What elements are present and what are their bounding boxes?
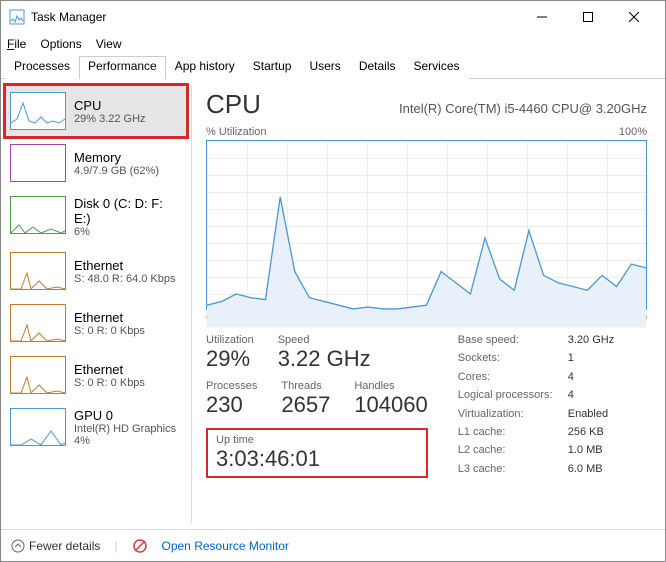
value-threads: 2657 bbox=[281, 392, 330, 418]
kv-value: 256 KB bbox=[568, 426, 638, 441]
tab-processes[interactable]: Processes bbox=[5, 56, 79, 79]
content: CPU 29% 3.22 GHz Memory 4.9/7.9 GB (62%)… bbox=[1, 79, 665, 529]
menu-options[interactable]: Options bbox=[40, 37, 81, 51]
sidebar-item-disk-2[interactable]: Disk 0 (C: D: F: E:) 6% bbox=[5, 189, 187, 245]
main-panel: CPU Intel(R) Core(TM) i5-4460 CPU@ 3.20G… bbox=[192, 79, 665, 529]
tab-services[interactable]: Services bbox=[405, 56, 469, 79]
sidebar-item-sub: 4.9/7.9 GB (62%) bbox=[74, 165, 159, 177]
kv-value: 4 bbox=[568, 371, 638, 386]
sidebar-item-title: Ethernet bbox=[74, 258, 176, 273]
cpu-name: Intel(R) Core(TM) i5-4460 CPU@ 3.20GHz bbox=[399, 101, 647, 116]
sidebar-item-title: Ethernet bbox=[74, 362, 145, 377]
sidebar-item-sub: S: 48.0 R: 64.0 Kbps bbox=[74, 273, 176, 285]
kv-grid: Base speed:3.20 GHzSockets:1Cores:4Logic… bbox=[458, 334, 638, 478]
sidebar: CPU 29% 3.22 GHz Memory 4.9/7.9 GB (62%)… bbox=[1, 79, 191, 529]
sidebar-item-eth-3[interactable]: Ethernet S: 48.0 R: 64.0 Kbps bbox=[5, 245, 187, 297]
tab-app-history[interactable]: App history bbox=[166, 56, 244, 79]
menu-view[interactable]: View bbox=[96, 37, 122, 51]
spark-mem-icon bbox=[10, 144, 66, 182]
cpu-chart bbox=[206, 140, 647, 310]
value-handles: 104060 bbox=[354, 392, 427, 418]
spark-eth-icon bbox=[10, 252, 66, 290]
sidebar-item-title: CPU bbox=[74, 98, 146, 113]
label-threads: Threads bbox=[281, 380, 330, 392]
app-icon bbox=[9, 9, 25, 25]
sidebar-item-title: Ethernet bbox=[74, 310, 145, 325]
spark-gpu-icon bbox=[10, 408, 66, 446]
sidebar-item-title: GPU 0 bbox=[74, 408, 182, 423]
kv-key: Base speed: bbox=[458, 334, 568, 349]
menu-file[interactable]: File bbox=[7, 37, 26, 51]
sidebar-item-sub: S: 0 R: 0 Kbps bbox=[74, 377, 145, 389]
kv-value: Enabled bbox=[568, 408, 638, 423]
sidebar-item-gpu-6[interactable]: GPU 0 Intel(R) HD Graphics 4% bbox=[5, 401, 187, 454]
spark-eth-icon bbox=[10, 356, 66, 394]
spark-disk-icon bbox=[10, 196, 66, 234]
chevron-up-circle-icon bbox=[11, 539, 25, 553]
kv-key: Cores: bbox=[458, 371, 568, 386]
sidebar-item-sub: 29% 3.22 GHz bbox=[74, 113, 146, 125]
label-speed: Speed bbox=[278, 334, 371, 346]
resource-monitor-icon bbox=[132, 538, 148, 554]
label-handles: Handles bbox=[354, 380, 427, 392]
window-controls bbox=[519, 1, 657, 33]
tab-users[interactable]: Users bbox=[300, 56, 349, 79]
sidebar-item-mem-1[interactable]: Memory 4.9/7.9 GB (62%) bbox=[5, 137, 187, 189]
sidebar-item-sub: Intel(R) HD Graphics 4% bbox=[74, 423, 182, 447]
chart-ylabel: % Utilization bbox=[206, 126, 267, 138]
bottom-bar: Fewer details | Open Resource Monitor bbox=[1, 529, 665, 561]
sidebar-item-sub: S: 0 R: 0 Kbps bbox=[74, 325, 145, 337]
label-uptime: Up time bbox=[216, 434, 418, 446]
sidebar-item-cpu-0[interactable]: CPU 29% 3.22 GHz bbox=[5, 85, 187, 137]
kv-key: Logical processors: bbox=[458, 389, 568, 404]
stats: Utilization 29% Speed 3.22 GHz Processes… bbox=[206, 334, 647, 478]
label-processes: Processes bbox=[206, 380, 257, 392]
kv-value: 6.0 MB bbox=[568, 463, 638, 478]
fewer-details-button[interactable]: Fewer details bbox=[11, 539, 100, 553]
value-speed: 3.22 GHz bbox=[278, 346, 371, 372]
spark-eth-icon bbox=[10, 304, 66, 342]
maximize-button[interactable] bbox=[565, 1, 611, 33]
kv-key: Sockets: bbox=[458, 352, 568, 367]
tab-details[interactable]: Details bbox=[350, 56, 405, 79]
kv-value: 4 bbox=[568, 389, 638, 404]
chart-ymax: 100% bbox=[619, 126, 647, 138]
tabs: Processes Performance App history Startu… bbox=[1, 55, 665, 79]
tab-startup[interactable]: Startup bbox=[244, 56, 301, 79]
window-title: Task Manager bbox=[31, 10, 106, 24]
kv-key: Virtualization: bbox=[458, 408, 568, 423]
fewer-details-label: Fewer details bbox=[29, 539, 100, 553]
kv-value: 1.0 MB bbox=[568, 444, 638, 459]
sidebar-item-title: Memory bbox=[74, 150, 159, 165]
kv-key: L2 cache: bbox=[458, 444, 568, 459]
value-processes: 230 bbox=[206, 392, 257, 418]
value-uptime: 3:03:46:01 bbox=[216, 446, 418, 472]
menubar: File Options View bbox=[1, 33, 665, 55]
open-resource-monitor-link[interactable]: Open Resource Monitor bbox=[162, 539, 289, 553]
sidebar-item-eth-5[interactable]: Ethernet S: 0 R: 0 Kbps bbox=[5, 349, 187, 401]
kv-key: L3 cache: bbox=[458, 463, 568, 478]
value-utilization: 29% bbox=[206, 346, 254, 372]
kv-value: 1 bbox=[568, 352, 638, 367]
close-button[interactable] bbox=[611, 1, 657, 33]
label-utilization: Utilization bbox=[206, 334, 254, 346]
kv-key: L1 cache: bbox=[458, 426, 568, 441]
spark-cpu-icon bbox=[10, 92, 66, 130]
sidebar-item-title: Disk 0 (C: D: F: E:) bbox=[74, 196, 182, 226]
sidebar-item-eth-4[interactable]: Ethernet S: 0 R: 0 Kbps bbox=[5, 297, 187, 349]
kv-value: 3.20 GHz bbox=[568, 334, 638, 349]
page-title: CPU bbox=[206, 89, 261, 120]
minimize-button[interactable] bbox=[519, 1, 565, 33]
uptime-box: Up time 3:03:46:01 bbox=[206, 428, 428, 478]
tab-performance[interactable]: Performance bbox=[79, 56, 166, 79]
sidebar-item-sub: 6% bbox=[74, 226, 182, 238]
titlebar: Task Manager bbox=[1, 1, 665, 33]
